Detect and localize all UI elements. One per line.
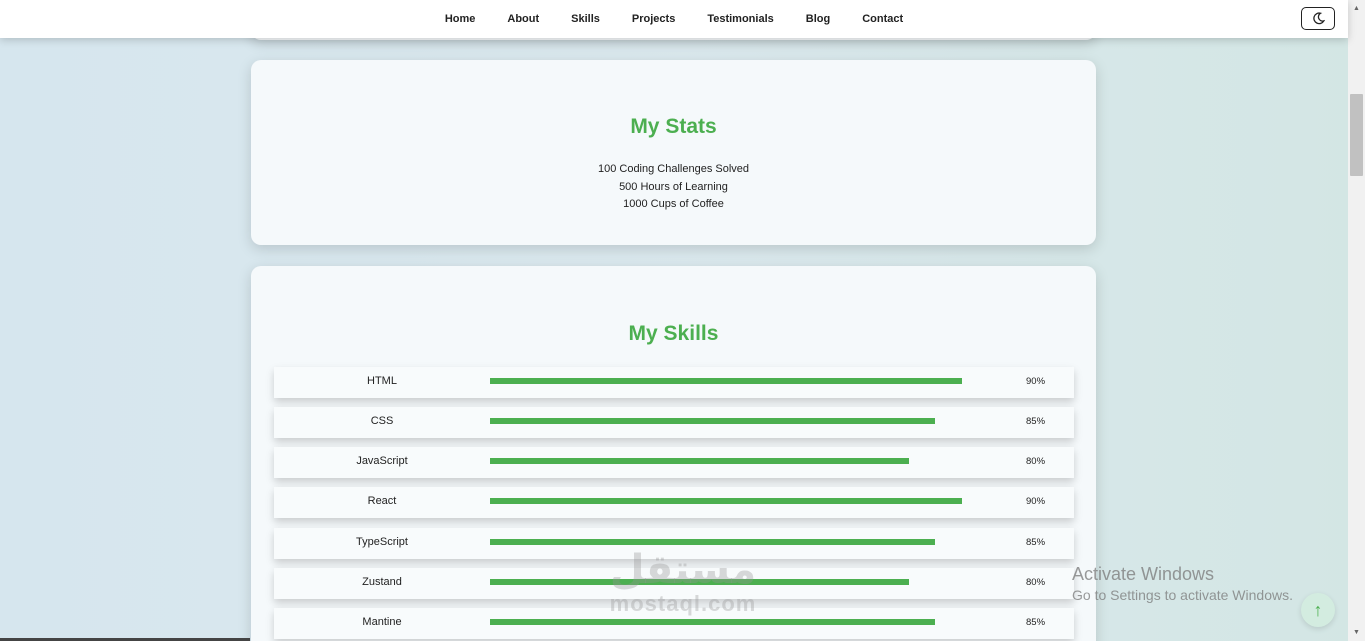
skill-percent: 80%	[1026, 456, 1046, 467]
arrow-up-icon: ↑	[1313, 599, 1323, 620]
watermark-arabic-text: مستقل	[609, 547, 757, 593]
back-to-top-button[interactable]: ↑	[1301, 593, 1335, 627]
skill-row-react: React 90%	[274, 487, 1074, 518]
skill-progress-bar	[490, 458, 1014, 464]
skill-percent: 90%	[1026, 376, 1046, 387]
skill-name: TypeScript	[356, 536, 408, 548]
scroll-up-arrow-icon[interactable]: ▲	[1348, 0, 1365, 17]
top-navbar: Home About Skills Projects Testimonials …	[0, 0, 1348, 38]
nav-link-home[interactable]: Home	[429, 13, 492, 25]
skill-progress-fill	[490, 378, 962, 384]
nav-link-skills[interactable]: Skills	[555, 13, 616, 25]
scrollbar-thumb[interactable]	[1350, 94, 1363, 176]
skill-name: Zustand	[362, 576, 402, 588]
skill-progress-bar	[490, 418, 1014, 424]
skill-row-html: HTML 90%	[274, 367, 1074, 398]
watermark-domain-text: mostaql.com	[609, 591, 757, 616]
skill-percent: 85%	[1026, 416, 1046, 427]
stats-title: My Stats	[630, 115, 717, 138]
moon-icon	[1312, 12, 1325, 25]
nav-link-projects[interactable]: Projects	[616, 13, 691, 25]
skill-row-css: CSS 85%	[274, 407, 1074, 438]
theme-toggle-button[interactable]	[1301, 7, 1335, 30]
skill-progress-fill	[490, 619, 936, 625]
skill-progress-bar	[490, 498, 1014, 504]
skill-progress-fill	[490, 458, 910, 464]
activate-windows-subtitle: Go to Settings to activate Windows.	[1072, 587, 1293, 603]
nav-link-about[interactable]: About	[491, 13, 555, 25]
nav-link-blog[interactable]: Blog	[790, 13, 846, 25]
mostaql-watermark: مستقل mostaql.com	[598, 548, 768, 616]
skill-progress-bar	[490, 619, 1014, 625]
skill-percent: 85%	[1026, 537, 1046, 548]
skill-percent: 90%	[1026, 496, 1046, 507]
skill-name: CSS	[370, 415, 394, 427]
stats-section: My Stats 100 Coding Challenges Solved 50…	[251, 60, 1096, 245]
skills-title: My Skills	[628, 322, 719, 345]
skill-progress-fill	[490, 539, 936, 545]
activate-windows-title: Activate Windows	[1072, 564, 1215, 584]
skill-row-javascript: JavaScript 80%	[274, 447, 1074, 478]
nav-links: Home About Skills Projects Testimonials …	[0, 0, 1348, 38]
scroll-down-arrow-icon[interactable]: ▼	[1348, 624, 1365, 641]
skill-name: HTML	[367, 375, 397, 387]
skill-percent: 85%	[1026, 617, 1046, 628]
stat-item: 1000 Cups of Coffee	[623, 198, 724, 210]
vertical-scrollbar[interactable]: ▲ ▼	[1348, 0, 1365, 641]
skill-percent: 80%	[1026, 577, 1046, 588]
skill-progress-bar	[490, 378, 1014, 384]
skill-name: Mantine	[362, 616, 402, 628]
skill-progress-bar	[490, 539, 1014, 545]
skill-name: JavaScript	[356, 455, 408, 467]
stat-item: 100 Coding Challenges Solved	[597, 163, 750, 175]
stat-item: 500 Hours of Learning	[619, 180, 728, 193]
skill-progress-fill	[490, 498, 962, 504]
skill-name: React	[367, 495, 397, 507]
nav-link-contact[interactable]: Contact	[846, 13, 919, 25]
activate-windows-notice: Activate Windows Go to Settings to activ…	[1072, 563, 1293, 605]
stats-list: 100 Coding Challenges Solved 500 Hours o…	[251, 161, 1096, 214]
skill-progress-fill	[490, 418, 936, 424]
nav-link-testimonials[interactable]: Testimonials	[691, 13, 789, 25]
